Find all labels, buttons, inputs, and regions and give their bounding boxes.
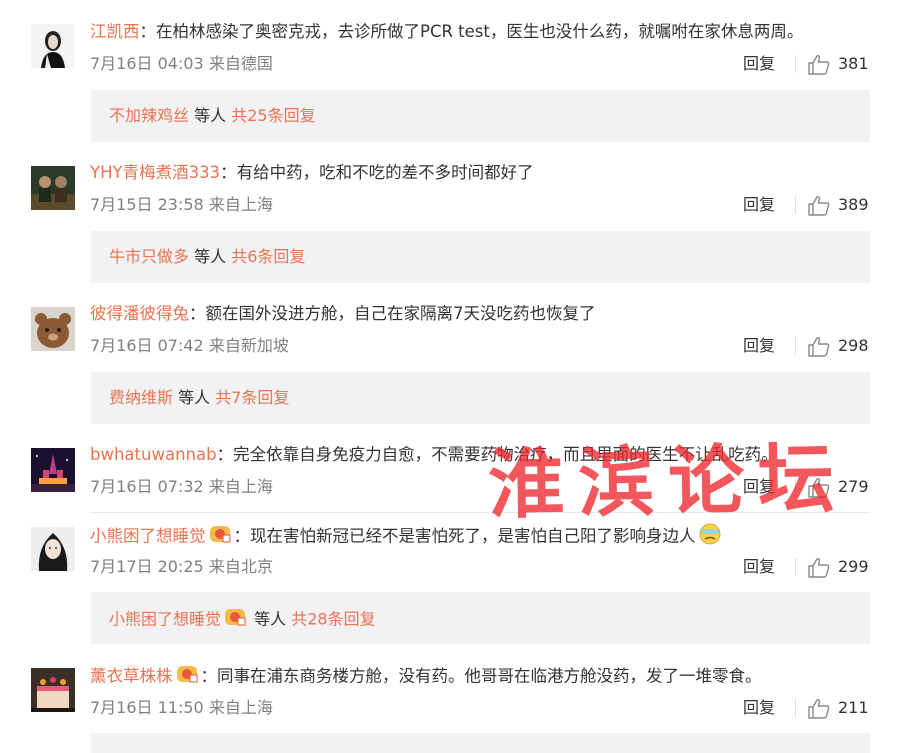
separator: ： [139,22,157,41]
comment-meta: 7月16日 04:03 来自德国 [90,54,273,73]
like-button[interactable]: 298 [808,335,869,357]
sub-replies-box[interactable]: 不加辣鸡丝 等人 共25条回复 [91,90,870,142]
sub-replies-box[interactable]: 费纳维斯 等人 共7条回复 [91,372,870,424]
reply-username[interactable]: 不加辣鸡丝 [109,106,189,125]
comment-meta: 7月16日 07:42 来自新加坡 [90,336,289,355]
reply-deng: 等人 [194,247,227,266]
like-count: 381 [838,54,869,73]
comment-meta: 7月16日 07:32 来自上海 [90,477,273,496]
comment-line: 薰衣草株株 ：同事在浦东商务楼方舱，没有药。他哥哥在临港方舱没药，发了一堆零食。 [90,664,762,690]
comment-line: YHY青梅煮酒333：有给中药，吃和不吃的差不多时间都好了 [90,162,534,184]
watermark: 淮滨论坛 [487,433,849,530]
like-count: 299 [838,557,869,576]
comment-meta: 7月16日 11:50 来自上海 [90,698,273,717]
username-link[interactable]: 小熊困了想睡觉 [90,527,206,546]
like-count: 298 [838,336,869,355]
comment-meta: 7月15日 23:58 来自上海 [90,195,273,214]
reply-deng: 等人 [194,106,227,125]
like-button[interactable]: 389 [808,194,869,216]
reply-button[interactable]: 回复 [743,194,775,216]
username-link[interactable]: 彼得潘彼得兔 [90,304,189,323]
username-link[interactable]: 薰衣草株株 [90,667,173,686]
separator: ： [220,163,237,182]
reply-username[interactable]: 牛市只做多 [109,247,189,266]
thumbs-up-icon [808,195,830,216]
sub-replies-box[interactable] [91,733,870,753]
member-badge-icon [223,607,247,633]
reply-username[interactable]: 小熊困了想睡觉 [109,610,221,629]
like-button[interactable]: 381 [808,53,869,75]
comment-line: 彼得潘彼得兔：额在国外没进方舱，自己在家隔离7天没吃药也恢复了 [90,303,596,325]
reply-username[interactable]: 费纳维斯 [109,388,173,407]
avatar[interactable] [31,166,75,210]
thumbs-up-icon [808,698,830,719]
reply-count-link[interactable]: 共28条回复 [291,610,375,629]
like-button[interactable]: 299 [808,556,869,578]
reply-count-link[interactable]: 共6条回复 [231,247,305,266]
sub-replies-box[interactable]: 牛市只做多 等人 共6条回复 [91,231,870,283]
reply-button[interactable]: 回复 [743,53,775,75]
separator: ： [233,526,251,546]
comment-text: 额在国外没进方舱，自己在家隔离7天没吃药也恢复了 [205,304,596,323]
reply-button[interactable]: 回复 [743,697,775,719]
reply-count-link[interactable]: 共7条回复 [215,388,289,407]
member-badge-icon[interactable] [208,524,232,550]
reply-deng: 等人 [178,388,211,407]
avatar[interactable] [31,668,75,712]
thumbs-up-icon [808,557,830,578]
username-link[interactable]: YHY青梅煮酒333 [90,163,220,182]
separator: ： [216,445,234,464]
separator: ： [200,666,218,686]
comment-text: 有给中药，吃和不吃的差不多时间都好了 [236,163,534,182]
divider [795,699,796,717]
reply-button[interactable]: 回复 [743,335,775,357]
avatar[interactable] [31,24,75,68]
reply-deng: 等人 [254,609,287,629]
comment-line: 江凯西：在柏林感染了奥密克戎，去诊所做了PCR test，医生也没什么药，就嘱咐… [90,21,803,43]
divider [795,337,796,355]
avatar[interactable] [31,448,75,492]
comment-text: 在柏林感染了奥密克戎，去诊所做了PCR test，医生也没什么药，就嘱咐在家休息… [156,22,804,41]
avatar[interactable] [31,307,75,351]
comment-text: 同事在浦东商务楼方舱，没有药。他哥哥在临港方舱没药，发了一堆零食。 [217,666,762,686]
comment-meta: 7月17日 20:25 来自北京 [90,557,273,576]
thumbs-up-icon [808,54,830,75]
username-link[interactable]: 江凯西 [90,22,140,41]
separator: ： [189,304,206,323]
divider [795,558,796,576]
divider [795,55,796,73]
thumbs-up-icon [808,336,830,357]
like-count: 211 [838,698,869,717]
divider [795,196,796,214]
like-button[interactable]: 211 [808,697,869,719]
reply-button[interactable]: 回复 [743,556,775,578]
reply-count-link[interactable]: 共25条回复 [231,106,315,125]
member-badge-icon[interactable] [175,664,199,690]
avatar[interactable] [31,527,75,571]
sub-replies-box[interactable]: 小熊困了想睡觉 等人 共28条回复 [91,592,870,644]
username-link[interactable]: bwhatuwannab [90,445,217,464]
like-count: 389 [838,195,869,214]
